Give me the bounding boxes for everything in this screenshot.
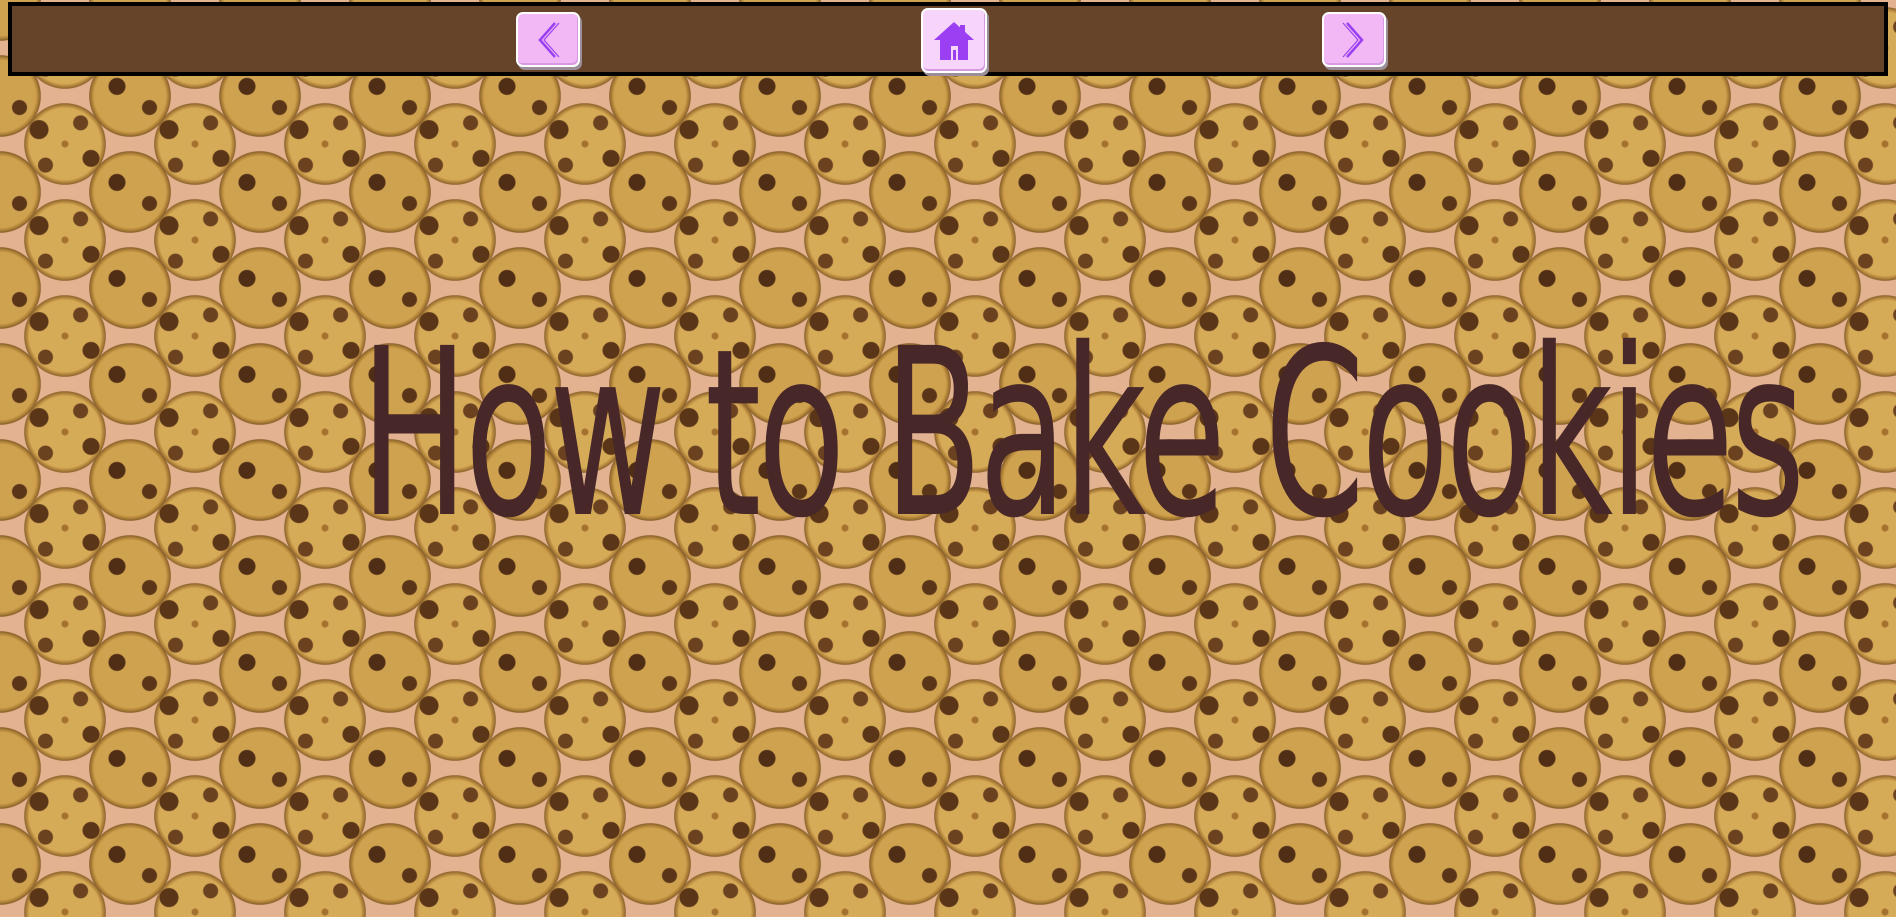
home-icon xyxy=(934,21,974,60)
home-button[interactable] xyxy=(921,8,987,73)
chevron-right-icon xyxy=(1342,21,1364,58)
top-navbar xyxy=(8,2,1888,76)
next-button[interactable] xyxy=(1322,12,1386,67)
previous-button[interactable] xyxy=(516,12,580,67)
page-title: How to Bake Cookies xyxy=(360,299,1805,569)
chevron-left-icon xyxy=(538,21,560,58)
